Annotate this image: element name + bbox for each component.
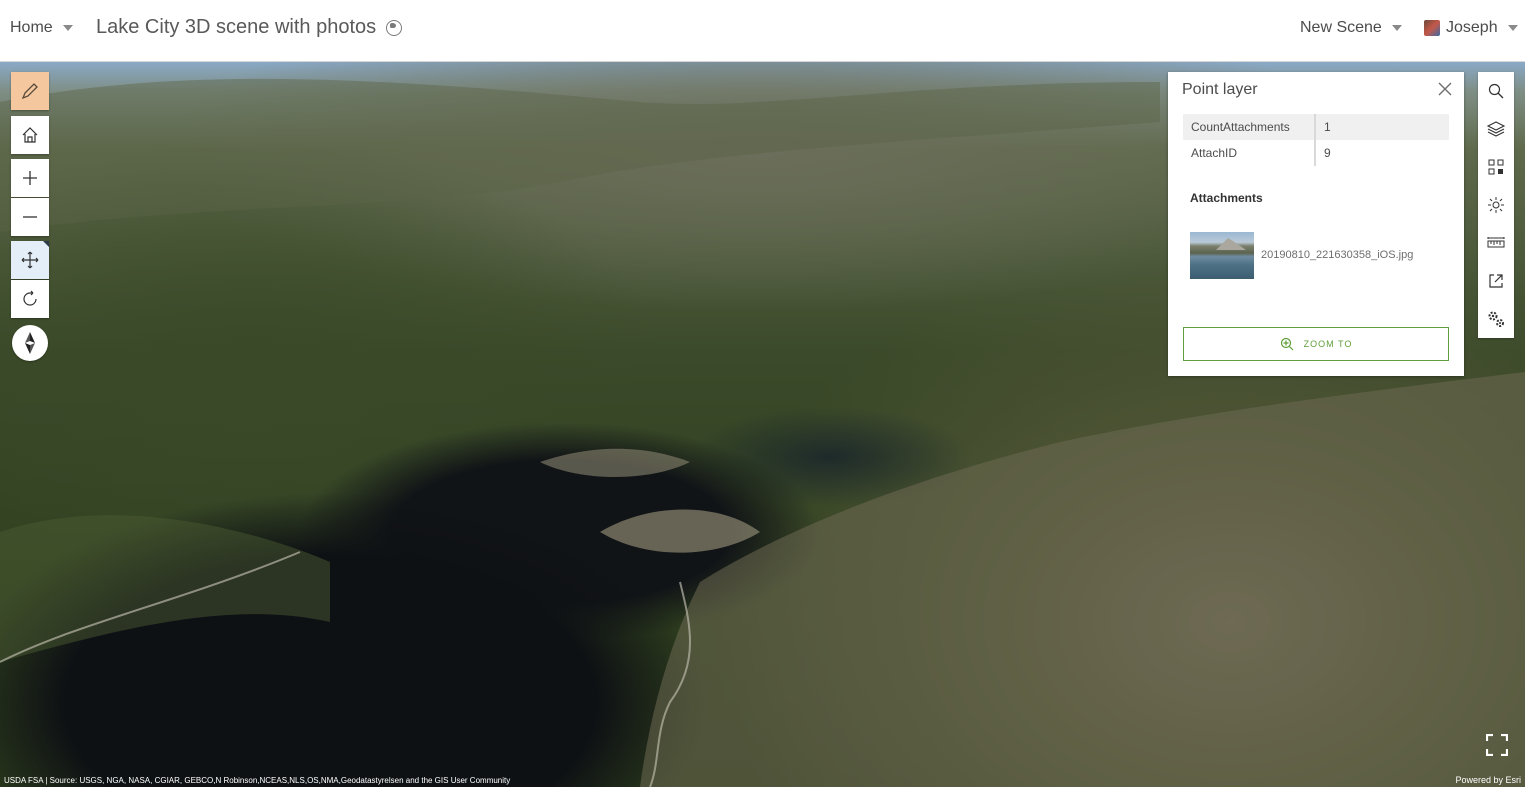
feature-popup: Point layer CountAttachments 1 AttachID … [1168,72,1464,376]
compass-icon [25,332,35,354]
layers-tool[interactable] [1478,110,1514,148]
home-tool[interactable] [11,116,49,154]
field-name: CountAttachments [1183,114,1316,140]
compass[interactable] [12,325,48,361]
gears-icon [1488,311,1504,327]
attachment-thumbnail[interactable] [1190,232,1254,279]
share-icon [1489,274,1503,288]
table-row: AttachID 9 [1183,140,1449,166]
zoom-to-button[interactable]: ZOOM TO [1183,327,1449,361]
home-icon [22,127,38,143]
chevron-down-icon [1391,25,1402,31]
ruler-icon [1487,237,1505,248]
sun-icon [1488,197,1504,213]
field-value: 1 [1315,114,1449,140]
field-value: 9 [1324,146,1331,160]
home-menu[interactable]: Home [10,19,73,37]
measure-tool[interactable] [1478,224,1514,262]
daylight-tool[interactable] [1478,186,1514,224]
chevron-down-icon [1507,25,1518,31]
chevron-down-icon [62,25,73,31]
new-scene-label: New Scene [1300,19,1382,36]
pan-tool[interactable] [11,241,49,279]
plus-icon [23,171,37,185]
app-header: Home Lake City 3D scene with photos New … [0,0,1525,62]
settings-tool[interactable] [1478,300,1514,338]
search-tool[interactable] [1478,72,1514,110]
zoom-in-tool[interactable] [11,159,49,197]
fullscreen-icon[interactable] [1486,734,1508,756]
layers-icon [1487,121,1505,137]
field-name: AttachID [1183,140,1316,166]
home-menu-label: Home [10,19,53,36]
move-icon [21,251,39,269]
basemap-grid-icon [1488,159,1504,175]
scene-title-text: Lake City 3D scene with photos [96,16,377,38]
user-name: Joseph [1446,19,1498,36]
attachments-heading: Attachments [1190,191,1263,205]
share-tool[interactable] [1478,262,1514,300]
powered-by-esri[interactable]: Powered by Esri [1455,775,1521,785]
zoom-to-label: ZOOM TO [1303,339,1353,349]
avatar [1424,20,1440,36]
tool-menu-indicator [43,241,49,247]
zoom-out-tool[interactable] [11,198,49,236]
search-icon [1488,83,1504,99]
pencil-icon [21,83,38,100]
minus-icon [23,216,37,218]
attribute-table: CountAttachments 1 AttachID 9 [1183,114,1449,166]
user-menu[interactable]: Joseph [1424,19,1518,37]
attachment-link[interactable]: 20190810_221630358_iOS.jpg [1261,249,1413,261]
new-scene-menu[interactable]: New Scene [1300,19,1402,37]
globe-icon [386,19,403,36]
right-toolbar [1478,72,1514,338]
zoom-in-icon [1280,337,1294,351]
rotate-tool[interactable] [11,280,49,318]
close-icon[interactable] [1436,80,1454,98]
sketch-tool[interactable] [11,72,49,110]
popup-title: Point layer [1182,81,1258,98]
map-attribution: USDA FSA | Source: USGS, NGA, NASA, CGIA… [4,776,511,785]
basemap-tool[interactable] [1478,148,1514,186]
scene-title: Lake City 3D scene with photos [96,16,403,39]
table-row: CountAttachments 1 [1183,114,1449,140]
rotate-icon [23,290,37,306]
